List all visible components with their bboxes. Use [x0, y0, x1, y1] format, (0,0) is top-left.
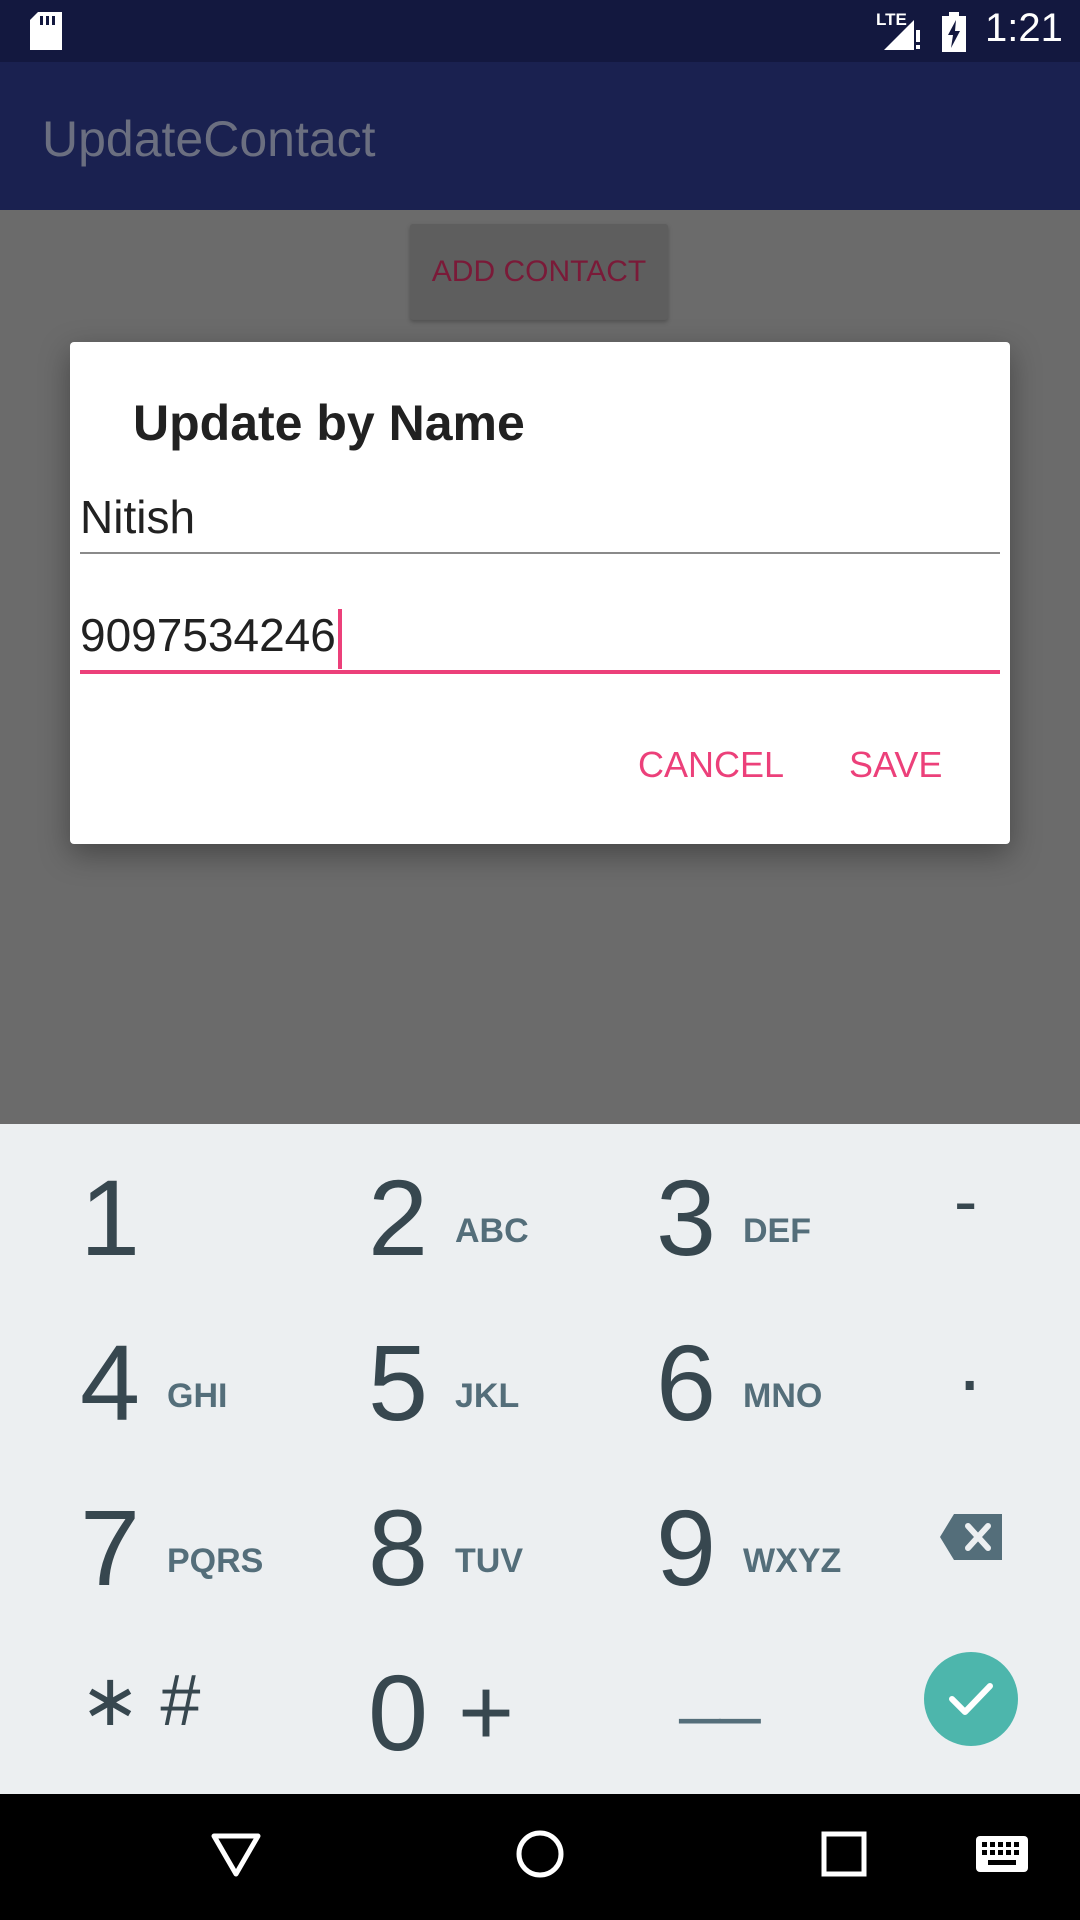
key-star-hash[interactable]: ∗ #: [0, 1619, 270, 1784]
keyboard-icon[interactable]: [974, 1834, 1030, 1874]
checkmark-icon: [949, 1683, 993, 1715]
key-5[interactable]: 5 JKL: [290, 1289, 560, 1454]
space-key[interactable]: __: [578, 1619, 848, 1784]
save-button[interactable]: SAVE: [849, 744, 942, 786]
phone-field[interactable]: 9097534246: [80, 600, 1000, 674]
key-9[interactable]: 9 WXYZ: [578, 1454, 848, 1619]
key-6[interactable]: 6 MNO: [578, 1289, 848, 1454]
app-bar: UpdateContact: [0, 62, 1080, 210]
clock: 1:21: [985, 6, 1063, 50]
key-7[interactable]: 7 PQRS: [0, 1454, 270, 1619]
backspace-key[interactable]: [880, 1454, 1060, 1619]
status-bar: LTE 1:21: [0, 0, 1080, 62]
cancel-button[interactable]: CANCEL: [638, 744, 784, 786]
name-field[interactable]: Nitish: [80, 482, 1000, 554]
key-dash[interactable]: -: [880, 1124, 1060, 1289]
name-field-value: Nitish: [80, 491, 196, 543]
signal-icon: [884, 20, 920, 50]
app-title: UpdateContact: [42, 111, 376, 167]
dialog-title: Update by Name: [133, 395, 525, 451]
phone-field-value: 9097534246: [80, 609, 336, 661]
update-dialog: Update by Name Nitish 9097534246 CANCEL …: [70, 342, 1010, 844]
key-0[interactable]: 0 +: [290, 1619, 560, 1784]
backspace-icon: [940, 1514, 1002, 1560]
sd-card-icon: [30, 12, 62, 50]
key-2[interactable]: 2 ABC: [290, 1124, 560, 1289]
text-cursor: [337, 608, 342, 669]
home-icon[interactable]: [514, 1828, 566, 1880]
key-dot[interactable]: .: [880, 1289, 1060, 1454]
key-8[interactable]: 8 TUV: [290, 1454, 560, 1619]
add-contact-button[interactable]: ADD CONTACT: [410, 224, 668, 320]
done-button[interactable]: [924, 1652, 1018, 1746]
key-4[interactable]: 4 GHI: [0, 1289, 270, 1454]
key-1[interactable]: 1: [0, 1124, 270, 1289]
battery-charging-icon: [942, 12, 966, 52]
recents-icon[interactable]: [820, 1830, 868, 1878]
numeric-keyboard: 1 2 ABC 3 DEF - 4 GHI 5 JKL 6 MNO . 7 PQ…: [0, 1124, 1080, 1794]
back-icon[interactable]: [210, 1830, 262, 1878]
key-3[interactable]: 3 DEF: [578, 1124, 848, 1289]
navigation-bar: [0, 1794, 1080, 1920]
